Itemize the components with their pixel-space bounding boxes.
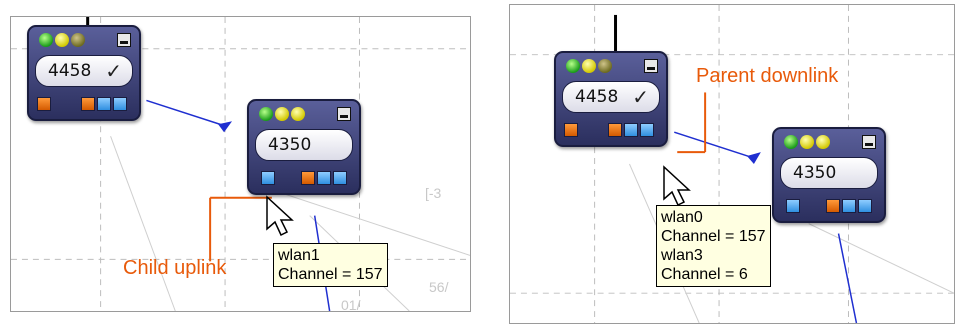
tooltip-line: Channel = 6 (661, 266, 748, 283)
tooltip-line: Channel = 157 (278, 266, 383, 283)
led-green-icon (784, 135, 798, 149)
annotation-label: Child uplink (123, 257, 227, 279)
node-id-box: 4350 (255, 129, 353, 161)
port-icon[interactable] (81, 97, 95, 111)
port-icon[interactable] (564, 123, 578, 137)
left-screenshot-panel: [-3 56/ 01/ 4458 ✓ 4350 Child uplink wla… (10, 16, 471, 312)
port-tooltip: wlan0 Channel = 157 wlan3 Channel = 6 (656, 205, 771, 287)
cursor-icon (663, 165, 691, 207)
node-id-box: 4458 ✓ (35, 55, 133, 87)
port-icon[interactable] (842, 199, 856, 213)
annotation-label: Parent downlink (696, 65, 839, 87)
node-id-label: 4458 (48, 61, 92, 81)
node-id-label: 4350 (793, 163, 837, 183)
ap-node-4350[interactable]: 4350 (772, 127, 886, 223)
ap-node-4458[interactable]: 4458 ✓ (554, 51, 668, 147)
led-green-icon (259, 107, 273, 121)
port-icon[interactable] (786, 199, 800, 213)
node-id-box: 4458 ✓ (562, 81, 660, 113)
minimize-icon[interactable] (644, 59, 658, 73)
faint-label: 56/ (429, 279, 449, 295)
port-icon[interactable] (640, 123, 654, 137)
led-olive-icon (598, 59, 612, 73)
tooltip-line: wlan0 (661, 209, 703, 226)
tooltip-line: Channel = 157 (661, 228, 766, 245)
port-tooltip: wlan1 Channel = 157 (273, 243, 388, 287)
node-id-label: 4458 (575, 87, 619, 107)
node-id-label: 4350 (268, 135, 312, 155)
port-icon[interactable] (608, 123, 622, 137)
faint-label: [-3 (425, 185, 442, 201)
led-yellow-icon (800, 135, 814, 149)
minimize-icon[interactable] (862, 135, 876, 149)
port-icon[interactable] (624, 123, 638, 137)
led-yellow-icon (582, 59, 596, 73)
ap-node-4458[interactable]: 4458 ✓ (27, 25, 141, 121)
port-icon[interactable] (37, 97, 51, 111)
faint-label: 01/ (341, 297, 361, 312)
led-yellow-icon (55, 33, 69, 47)
minimize-icon[interactable] (337, 107, 351, 121)
port-icon[interactable] (97, 97, 111, 111)
node-id-box: 4350 (780, 157, 878, 189)
port-icon[interactable] (317, 171, 331, 185)
led-olive-icon (71, 33, 85, 47)
check-icon: ✓ (105, 59, 122, 83)
port-icon[interactable] (858, 199, 872, 213)
minimize-icon[interactable] (117, 33, 131, 47)
tooltip-line: wlan1 (278, 247, 320, 264)
right-screenshot-panel: 4458 ✓ 4350 Parent downlink wlan0 Channe… (509, 4, 955, 324)
cursor-icon (266, 195, 294, 237)
led-yellow-icon (291, 107, 305, 121)
port-icon[interactable] (113, 97, 127, 111)
port-icon[interactable] (261, 171, 275, 185)
port-icon[interactable] (301, 171, 315, 185)
port-icon[interactable] (826, 199, 840, 213)
tooltip-line: wlan3 (661, 247, 703, 264)
led-yellow-icon (275, 107, 289, 121)
check-icon: ✓ (632, 85, 649, 109)
led-yellow-icon (816, 135, 830, 149)
ap-node-4350[interactable]: 4350 (247, 99, 361, 195)
led-green-icon (39, 33, 53, 47)
led-green-icon (566, 59, 580, 73)
port-icon[interactable] (333, 171, 347, 185)
